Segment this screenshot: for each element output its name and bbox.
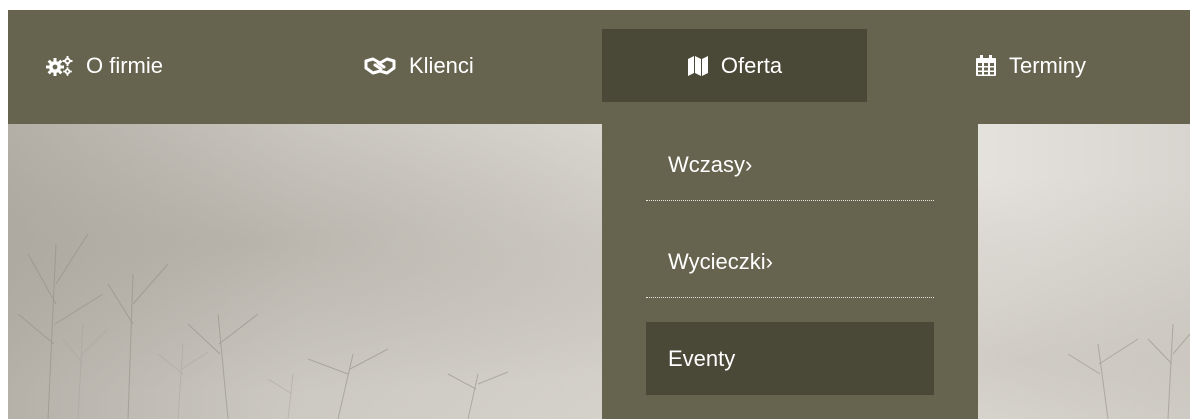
nav-item-label: O firmie	[86, 52, 163, 78]
handshake-icon	[363, 55, 397, 77]
cogs-icon	[46, 55, 74, 77]
oferta-dropdown-menu: Wczasy› Wycieczki› Eventy	[602, 124, 978, 419]
map-icon	[687, 55, 709, 77]
calendar-icon	[975, 54, 997, 77]
foggy-trees-illustration	[17, 233, 1190, 419]
dropdown-item-wczasy[interactable]: Wczasy›	[646, 130, 934, 201]
hero-background-image	[8, 124, 1190, 419]
nav-item-oferta[interactable]: Oferta	[602, 29, 867, 102]
dropdown-item-label: Eventy	[668, 345, 736, 371]
nav-item-label: Klienci	[409, 52, 474, 78]
dropdown-item-label: Wycieczki›	[668, 249, 773, 274]
dropdown-item-wycieczki[interactable]: Wycieczki›	[646, 227, 934, 298]
dropdown-item-label: Wczasy›	[668, 152, 753, 177]
main-navbar: O firmie Klienci Oferta Terminy	[8, 10, 1190, 124]
nav-item-terminy[interactable]: Terminy	[975, 29, 1086, 102]
nav-item-label: Oferta	[720, 52, 783, 78]
nav-item-klienci[interactable]: Klienci	[363, 29, 474, 102]
nav-item-label: Terminy	[1009, 52, 1087, 78]
nav-item-o-firmie[interactable]: O firmie	[46, 29, 163, 102]
dropdown-item-eventy[interactable]: Eventy	[646, 322, 934, 395]
